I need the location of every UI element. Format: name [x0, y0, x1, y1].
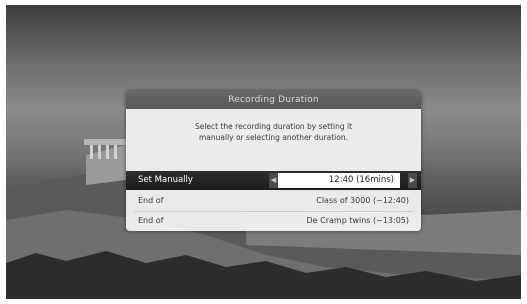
message-line: Select the recording duration by setting… [194, 122, 353, 131]
duration-value-field[interactable]: 12:40 (16mins) [278, 173, 400, 188]
option-label: End of [138, 216, 164, 225]
temple-column [114, 145, 117, 159]
arrow-left-icon[interactable]: ◀ [269, 173, 278, 188]
dialog-body: Select the recording duration by setting… [126, 109, 421, 231]
temple-column [106, 145, 109, 159]
option-value: Class of 3000 (~12:40) [316, 196, 409, 205]
arrow-right-icon[interactable]: ▶ [408, 173, 417, 188]
recording-duration-dialog: Recording Duration Select the recording … [126, 91, 421, 231]
option-label: End of [138, 196, 164, 205]
message-line: manually or selecting another duration. [199, 133, 348, 142]
option-end-of-program[interactable]: End of De Cramp twins (~13:05) [126, 212, 421, 231]
dialog-message: Select the recording duration by setting… [136, 121, 411, 143]
temple-column [90, 145, 93, 159]
option-value: De Cramp twins (~13:05) [306, 216, 410, 225]
temple-column [98, 145, 101, 159]
option-label: Set Manually [138, 175, 193, 185]
tv-screen: Recording Duration Select the recording … [6, 5, 521, 299]
temple-roof [84, 139, 126, 145]
dialog-title: Recording Duration [126, 91, 421, 109]
option-end-of-program[interactable]: End of Class of 3000 (~12:40) [126, 192, 421, 211]
option-set-manually[interactable]: Set Manually ◀ 12:40 (16mins) ▶ [126, 171, 421, 190]
